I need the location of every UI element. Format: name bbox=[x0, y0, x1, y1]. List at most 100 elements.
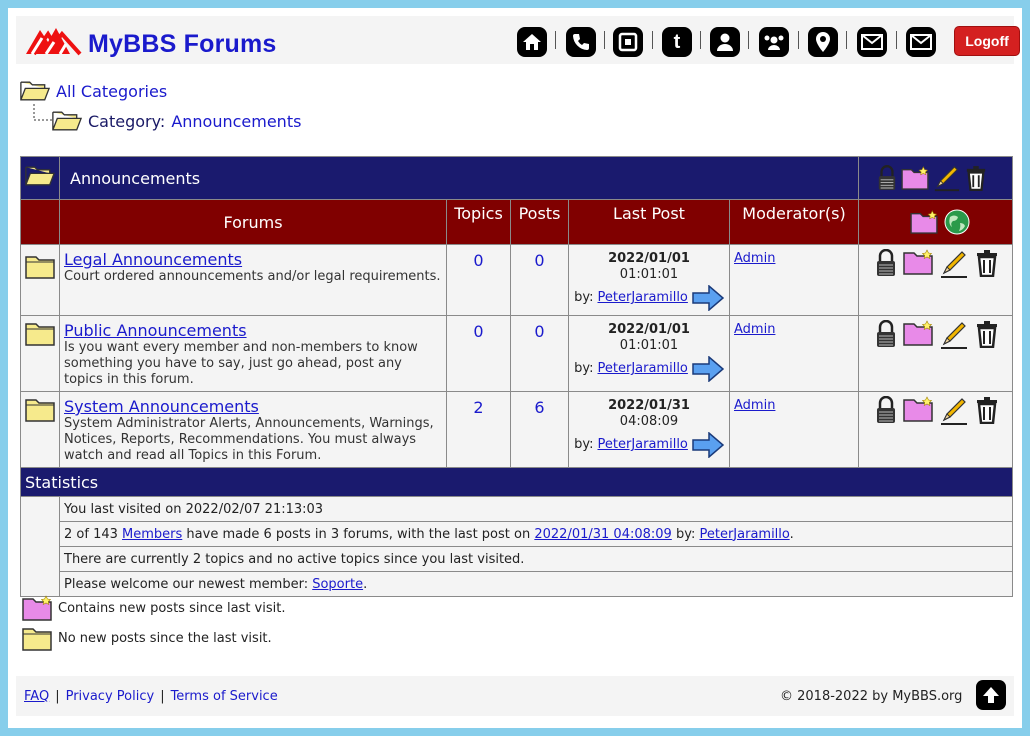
new-folder-icon[interactable] bbox=[901, 166, 929, 190]
newest-member-link[interactable]: Soporte bbox=[312, 577, 363, 592]
category-title: Announcements bbox=[58, 156, 860, 200]
forum-row: System Announcements System Administrato… bbox=[20, 391, 1014, 468]
go-to-last-post-arrow-icon[interactable] bbox=[692, 285, 724, 311]
trash-icon[interactable] bbox=[975, 249, 999, 277]
mail-icon[interactable] bbox=[857, 27, 887, 57]
topic-count: 2 bbox=[446, 391, 511, 468]
new-folder-icon[interactable] bbox=[910, 210, 938, 234]
column-header-row: Forums Topics Posts Last Post Moderator(… bbox=[20, 199, 1014, 245]
last-post-user-link[interactable]: PeterJaramillo bbox=[598, 437, 688, 453]
last-post-date: 2022/01/31 bbox=[608, 398, 690, 413]
edit-pencil-icon[interactable] bbox=[933, 164, 961, 192]
lock-icon[interactable] bbox=[875, 396, 897, 424]
last-post-time: 01:01:01 bbox=[619, 267, 679, 282]
lock-icon[interactable] bbox=[875, 320, 897, 348]
legend-label: Contains new posts since last visit. bbox=[58, 600, 286, 616]
map-pin-icon[interactable] bbox=[808, 27, 838, 57]
open-folder-icon bbox=[25, 164, 55, 188]
square-icon[interactable] bbox=[613, 27, 643, 57]
phone-icon[interactable] bbox=[566, 27, 596, 57]
forum-link[interactable]: Legal Announcements bbox=[64, 250, 446, 269]
faq-link[interactable]: FAQ bbox=[24, 689, 49, 704]
globe-icon[interactable] bbox=[944, 209, 970, 235]
statistics-row: Please welcome our newest member: Soport… bbox=[21, 571, 1014, 597]
user-icon[interactable] bbox=[710, 27, 740, 57]
statistics-row: There are currently 2 topics and no acti… bbox=[21, 546, 1014, 572]
new-folder-icon[interactable] bbox=[903, 396, 933, 422]
footer-separator: | bbox=[160, 689, 165, 704]
topic-count: 0 bbox=[446, 244, 511, 316]
category-header-row: Announcements bbox=[20, 156, 1014, 200]
footer: FAQ | Privacy Policy | Terms of Service … bbox=[16, 676, 1014, 716]
by-label: by: bbox=[574, 361, 594, 376]
header-bar: MyBBS Forums t Logoff bbox=[16, 16, 1020, 64]
col-moderators: Moderator(s) bbox=[728, 199, 860, 245]
folder-icon bbox=[25, 320, 55, 346]
home-icon[interactable] bbox=[517, 27, 547, 57]
logoff-button[interactable]: Logoff bbox=[954, 26, 1020, 56]
group-icon[interactable] bbox=[759, 27, 789, 57]
last-post-date: 2022/01/01 bbox=[608, 251, 690, 266]
new-folder-icon[interactable] bbox=[903, 249, 933, 275]
go-to-last-post-arrow-icon[interactable] bbox=[692, 356, 724, 382]
breadcrumb-root[interactable]: All Categories bbox=[20, 79, 167, 103]
stat-text: Please welcome our newest member: bbox=[64, 576, 309, 592]
lock-icon[interactable] bbox=[877, 165, 897, 191]
privacy-policy-link[interactable]: Privacy Policy bbox=[66, 689, 155, 704]
nav-divider bbox=[896, 31, 897, 49]
col-posts: Posts bbox=[510, 199, 569, 245]
all-categories-link[interactable]: All Categories bbox=[56, 82, 167, 101]
footer-separator: | bbox=[55, 689, 60, 704]
post-count: 0 bbox=[510, 315, 569, 392]
moderator-link[interactable]: Admin bbox=[734, 251, 775, 266]
arrow-up-icon bbox=[983, 687, 999, 703]
forum-link[interactable]: Public Announcements bbox=[64, 321, 446, 340]
statistics-row: You last visited on 2022/02/07 21:13:03 bbox=[20, 496, 1014, 597]
forum-link[interactable]: System Announcements bbox=[64, 397, 446, 416]
trash-icon[interactable] bbox=[975, 396, 999, 424]
nav-divider bbox=[700, 31, 701, 49]
new-folder-icon[interactable] bbox=[903, 320, 933, 346]
site-logo[interactable] bbox=[24, 24, 82, 60]
col-topics: Topics bbox=[446, 199, 511, 245]
breadcrumb-category: Category: Announcements bbox=[52, 109, 301, 133]
trash-icon[interactable] bbox=[965, 165, 987, 191]
edit-pencil-icon[interactable] bbox=[939, 249, 969, 279]
moderator-link[interactable]: Admin bbox=[734, 322, 775, 337]
open-folder-icon bbox=[20, 79, 50, 103]
nav-divider bbox=[748, 31, 749, 49]
last-post-user-link[interactable]: PeterJaramillo bbox=[699, 527, 789, 542]
scroll-to-top-button[interactable] bbox=[976, 680, 1006, 710]
moderator-link[interactable]: Admin bbox=[734, 398, 775, 413]
terms-of-service-link[interactable]: Terms of Service bbox=[171, 689, 278, 704]
legend-no-new-posts: No new posts since the last visit. bbox=[22, 625, 272, 651]
col-forums: Forums bbox=[59, 199, 447, 245]
nav-divider bbox=[604, 31, 605, 49]
last-post-date: 2022/01/01 bbox=[608, 322, 690, 337]
lock-icon[interactable] bbox=[875, 249, 897, 277]
last-post-user-link[interactable]: PeterJaramillo bbox=[598, 361, 688, 377]
mail-icon[interactable] bbox=[906, 27, 936, 57]
edit-pencil-icon[interactable] bbox=[939, 396, 969, 426]
statistics-row: 2 of 143 Members have made 6 posts in 3 … bbox=[21, 521, 1014, 547]
category-link[interactable]: Announcements bbox=[171, 112, 301, 131]
post-count: 6 bbox=[510, 391, 569, 468]
site-title[interactable]: MyBBS Forums bbox=[88, 30, 277, 59]
edit-pencil-icon[interactable] bbox=[939, 320, 969, 350]
copyright-text: © 2018-2022 by MyBBS.org bbox=[780, 689, 963, 704]
last-post-user-link[interactable]: PeterJaramillo bbox=[598, 290, 688, 306]
tree-connector bbox=[33, 104, 52, 121]
last-post-date-link[interactable]: 2022/01/31 04:08:09 bbox=[534, 527, 671, 542]
trash-icon[interactable] bbox=[975, 320, 999, 348]
legend-label: No new posts since the last visit. bbox=[58, 630, 272, 646]
members-link[interactable]: Members bbox=[122, 527, 182, 542]
page-frame: MyBBS Forums t Logoff All Categories Cat… bbox=[8, 8, 1022, 728]
nav-divider bbox=[652, 31, 653, 49]
legend-new-posts: Contains new posts since last visit. bbox=[22, 595, 285, 621]
nav-divider bbox=[798, 31, 799, 49]
stat-text: 2 of 143 bbox=[64, 526, 118, 542]
tumblr-icon[interactable]: t bbox=[662, 27, 692, 57]
by-label: by: bbox=[574, 437, 594, 452]
go-to-last-post-arrow-icon[interactable] bbox=[692, 432, 724, 458]
last-post-time: 01:01:01 bbox=[619, 338, 679, 353]
